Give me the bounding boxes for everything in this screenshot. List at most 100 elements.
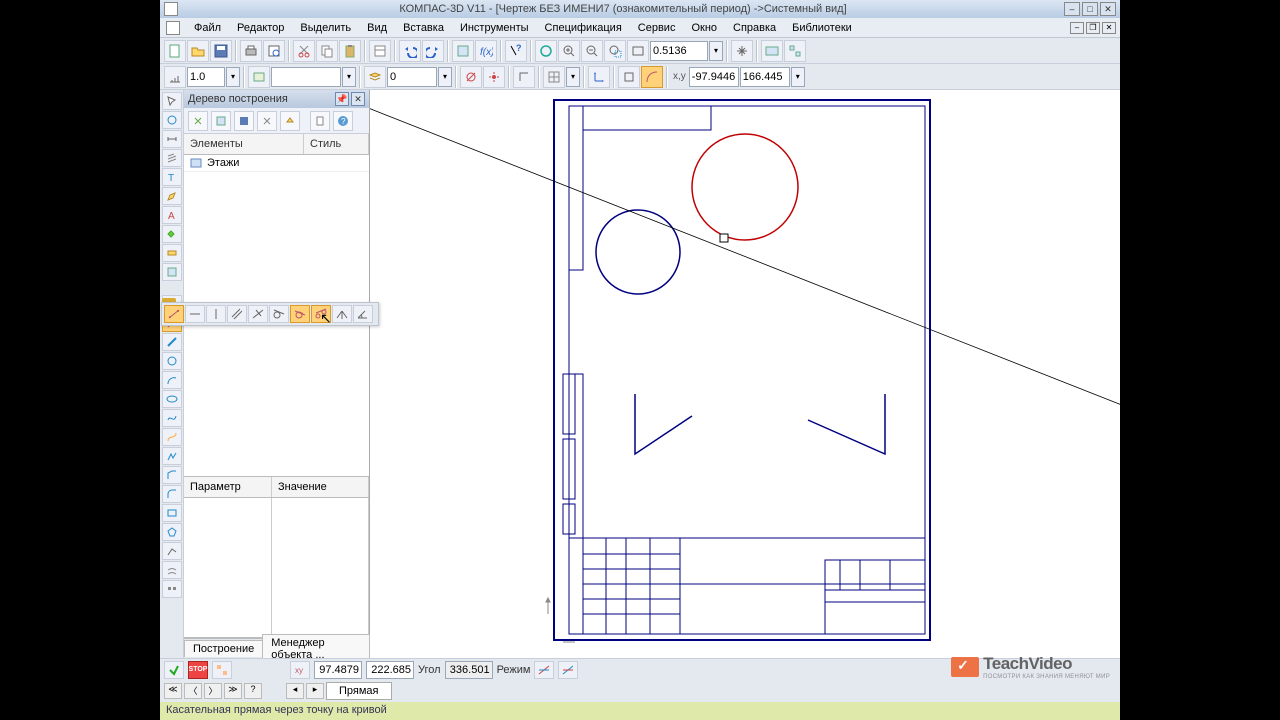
layer-input[interactable] (387, 67, 437, 87)
tool-collect[interactable] (162, 580, 182, 598)
tree-delete-button[interactable] (257, 111, 277, 131)
variables-button[interactable]: f(x) (475, 40, 497, 62)
coord-x-input[interactable] (689, 67, 739, 87)
auxline-angle[interactable] (353, 305, 373, 323)
tree-up-button[interactable] (280, 111, 300, 131)
snap-step-button[interactable] (164, 66, 186, 88)
menu-libraries[interactable]: Библиотеки (784, 20, 860, 36)
current-view-button[interactable] (248, 66, 270, 88)
redo-button[interactable] (422, 40, 444, 62)
tool-geometry[interactable] (162, 111, 182, 129)
tool-measure[interactable] (162, 244, 182, 262)
round-button[interactable] (641, 66, 663, 88)
grid-dropdown[interactable]: ▾ (566, 67, 580, 87)
tool-rectangle[interactable] (162, 504, 182, 522)
auxline-vertical[interactable] (206, 305, 226, 323)
auxline-tangent-two[interactable] (311, 305, 331, 323)
auxline-two-points[interactable] (164, 305, 184, 323)
auxline-tangent-point[interactable] (290, 305, 310, 323)
menu-file[interactable]: Файл (186, 20, 229, 36)
local-cs-button[interactable] (588, 66, 610, 88)
step-dropdown[interactable]: ▾ (226, 67, 240, 87)
tree-save-button[interactable] (234, 111, 254, 131)
tool-spec[interactable] (162, 263, 182, 281)
cut-button[interactable] (293, 40, 315, 62)
tool-equidistant[interactable] (162, 561, 182, 579)
show-frame-button[interactable] (784, 40, 806, 62)
grid-button[interactable] (543, 66, 565, 88)
properties-button[interactable] (369, 40, 391, 62)
menu-help[interactable]: Справка (725, 20, 784, 36)
tree-row[interactable]: Этажи (184, 155, 369, 172)
angle-input[interactable] (445, 661, 493, 679)
tool-select[interactable] (162, 92, 182, 110)
refresh-button[interactable] (535, 40, 557, 62)
coord-dropdown[interactable]: ▾ (791, 67, 805, 87)
tool-circle[interactable] (162, 352, 182, 370)
paste-button[interactable] (339, 40, 361, 62)
tool-a[interactable]: A (162, 206, 182, 224)
scroll-right[interactable]: ▸ (306, 683, 324, 699)
tool-bezier[interactable] (162, 428, 182, 446)
view-dropdown[interactable]: ▾ (342, 67, 356, 87)
open-button[interactable] (187, 40, 209, 62)
step-input[interactable] (187, 67, 225, 87)
tool-arc[interactable] (162, 371, 182, 389)
tool-polygon[interactable] (162, 523, 182, 541)
auxline-bisector[interactable] (332, 305, 352, 323)
coord-y-input[interactable] (740, 67, 790, 87)
zoom-dropdown[interactable]: ▾ (709, 41, 723, 61)
manager-button[interactable] (452, 40, 474, 62)
menu-spec[interactable]: Спецификация (537, 20, 630, 36)
mdi-minimize-button[interactable]: – (1070, 22, 1084, 34)
tool-param[interactable] (162, 225, 182, 243)
scroll-left[interactable]: ◂ (286, 683, 304, 699)
tree-help-button[interactable]: ? (333, 111, 353, 131)
zoom-out-button[interactable] (581, 40, 603, 62)
nav-prev[interactable]: 〈 (184, 683, 202, 699)
tool-ellipse[interactable] (162, 390, 182, 408)
panel-close-button[interactable]: ✕ (351, 92, 365, 106)
mode-opt2-button[interactable] (558, 661, 578, 679)
layers-button[interactable] (364, 66, 386, 88)
menu-view[interactable]: Вид (359, 20, 395, 36)
ortho-button[interactable] (513, 66, 535, 88)
mdi-close-button[interactable]: ✕ (1102, 22, 1116, 34)
layer-dropdown[interactable]: ▾ (438, 67, 452, 87)
zoom-fit-button[interactable] (627, 40, 649, 62)
menu-edit[interactable]: Редактор (229, 20, 292, 36)
tool-polyline[interactable] (162, 447, 182, 465)
print-preview-button[interactable] (263, 40, 285, 62)
pan-button[interactable] (731, 40, 753, 62)
auxline-parallel[interactable] (227, 305, 247, 323)
xy-toggle[interactable]: xy (290, 661, 310, 679)
pin-button[interactable]: 📌 (335, 92, 349, 106)
snap-settings-button[interactable] (483, 66, 505, 88)
print-button[interactable] (240, 40, 262, 62)
auto-object-button[interactable] (164, 661, 184, 679)
copy-button[interactable] (316, 40, 338, 62)
close-button[interactable]: ✕ (1100, 2, 1116, 16)
context-help-button[interactable]: ? (505, 40, 527, 62)
tool-chamfer[interactable] (162, 466, 182, 484)
save-button[interactable] (210, 40, 232, 62)
mode-opt1-button[interactable] (534, 661, 554, 679)
nav-first[interactable]: ≪ (164, 683, 182, 699)
tree-doc-button[interactable] (310, 111, 330, 131)
tool-contour[interactable] (162, 542, 182, 560)
auxline-tangent-outer[interactable] (269, 305, 289, 323)
doc-tab[interactable]: Прямая (326, 682, 392, 700)
tree-new-button[interactable] (188, 111, 208, 131)
new-button[interactable] (164, 40, 186, 62)
auxline-perpendicular[interactable] (248, 305, 268, 323)
nav-help[interactable]: ? (244, 683, 262, 699)
show-all-button[interactable] (761, 40, 783, 62)
menu-service[interactable]: Сервис (630, 20, 684, 36)
nav-next[interactable]: 〉 (204, 683, 222, 699)
menu-window[interactable]: Окно (683, 20, 725, 36)
tool-line[interactable] (162, 333, 182, 351)
maximize-button[interactable]: □ (1082, 2, 1098, 16)
mdi-restore-button[interactable]: ❐ (1086, 22, 1100, 34)
snap-toggle-button[interactable] (460, 66, 482, 88)
tool-hatch[interactable] (162, 149, 182, 167)
